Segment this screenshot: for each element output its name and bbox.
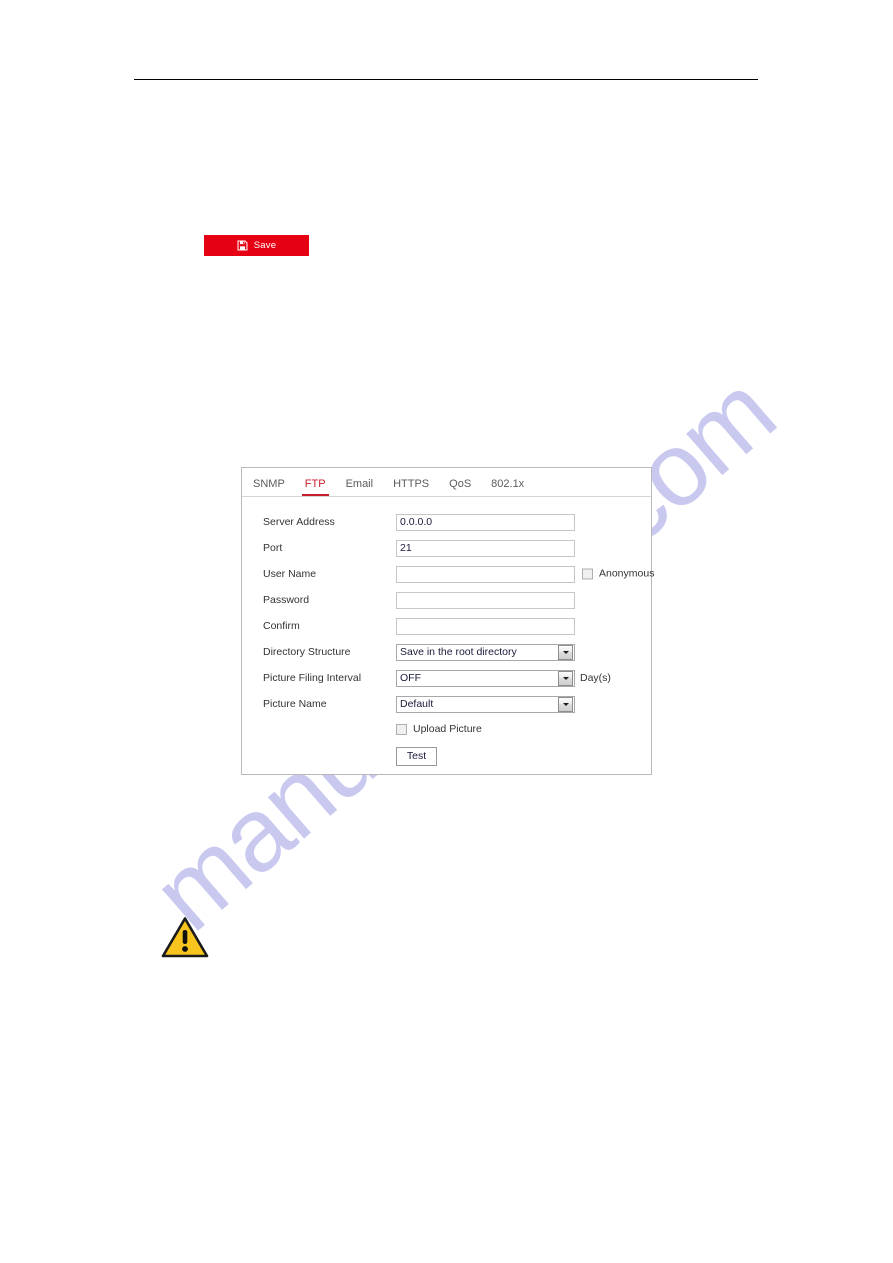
- warning-triangle-icon: [161, 916, 209, 959]
- user-name-label: User Name: [263, 567, 317, 580]
- row-upload-picture: Upload Picture: [242, 717, 651, 741]
- tab-snmp[interactable]: SNMP: [253, 479, 285, 496]
- row-server-address: Server Address: [242, 509, 651, 535]
- chevron-down-icon: [558, 696, 573, 712]
- user-name-input[interactable]: [396, 565, 575, 583]
- picture-name-select[interactable]: Default: [396, 695, 575, 713]
- server-address-label: Server Address: [263, 515, 335, 528]
- picture-filing-interval-value: OFF: [400, 672, 421, 684]
- anonymous-group: Anonymous: [582, 567, 655, 580]
- chevron-down-icon: [558, 670, 573, 686]
- save-button[interactable]: Save: [204, 235, 309, 256]
- row-picture-filing-interval: Picture Filing Interval OFF Day(s): [242, 665, 651, 691]
- confirm-label: Confirm: [263, 619, 300, 632]
- tab-https[interactable]: HTTPS: [393, 479, 429, 496]
- confirm-input[interactable]: [396, 617, 575, 635]
- row-picture-name: Picture Name Default: [242, 691, 651, 717]
- tab-802-1x[interactable]: 802.1x: [491, 479, 524, 496]
- picture-filing-interval-label: Picture Filing Interval: [263, 671, 362, 684]
- header-divider: [134, 79, 758, 80]
- tab-bar: SNMP FTP Email HTTPS QoS 802.1x: [242, 468, 651, 497]
- directory-structure-label: Directory Structure: [263, 645, 351, 658]
- document-page: manualshive.com Save SNMP FTP Email HTTP…: [0, 0, 893, 1263]
- upload-picture-group: Upload Picture: [396, 722, 482, 735]
- row-password: Password: [242, 587, 651, 613]
- chevron-down-icon: [558, 644, 573, 660]
- row-directory-structure: Directory Structure Save in the root dir…: [242, 639, 651, 665]
- picture-name-value: Default: [400, 698, 434, 710]
- row-test: Test: [242, 741, 651, 771]
- tab-ftp[interactable]: FTP: [301, 479, 329, 496]
- password-label: Password: [263, 593, 310, 606]
- directory-structure-select[interactable]: Save in the root directory: [396, 643, 575, 661]
- row-user-name: User Name Anonymous: [242, 561, 655, 587]
- upload-picture-label: Upload Picture: [413, 722, 482, 735]
- port-input[interactable]: [396, 539, 575, 557]
- save-button-label: Save: [253, 239, 277, 251]
- picture-filing-interval-select[interactable]: OFF: [396, 669, 575, 687]
- row-port: Port: [242, 535, 651, 561]
- picture-filing-interval-unit: Day(s): [580, 671, 611, 684]
- tab-qos[interactable]: QoS: [449, 479, 471, 496]
- test-button[interactable]: Test: [396, 746, 437, 766]
- ftp-settings-form: Server Address Port User Name Anonymous …: [242, 497, 655, 771]
- network-settings-panel: SNMP FTP Email HTTPS QoS 802.1x Server A…: [241, 467, 655, 775]
- anonymous-label: Anonymous: [599, 567, 655, 580]
- floppy-disk-save-icon: [237, 240, 248, 251]
- password-input[interactable]: [396, 591, 575, 609]
- server-address-input[interactable]: [396, 513, 575, 531]
- picture-name-label: Picture Name: [263, 697, 327, 710]
- tab-email[interactable]: Email: [346, 479, 374, 496]
- row-confirm: Confirm: [242, 613, 651, 639]
- anonymous-checkbox[interactable]: [582, 568, 593, 580]
- port-label: Port: [263, 541, 283, 554]
- directory-structure-value: Save in the root directory: [400, 646, 517, 658]
- upload-picture-checkbox[interactable]: [396, 723, 407, 735]
